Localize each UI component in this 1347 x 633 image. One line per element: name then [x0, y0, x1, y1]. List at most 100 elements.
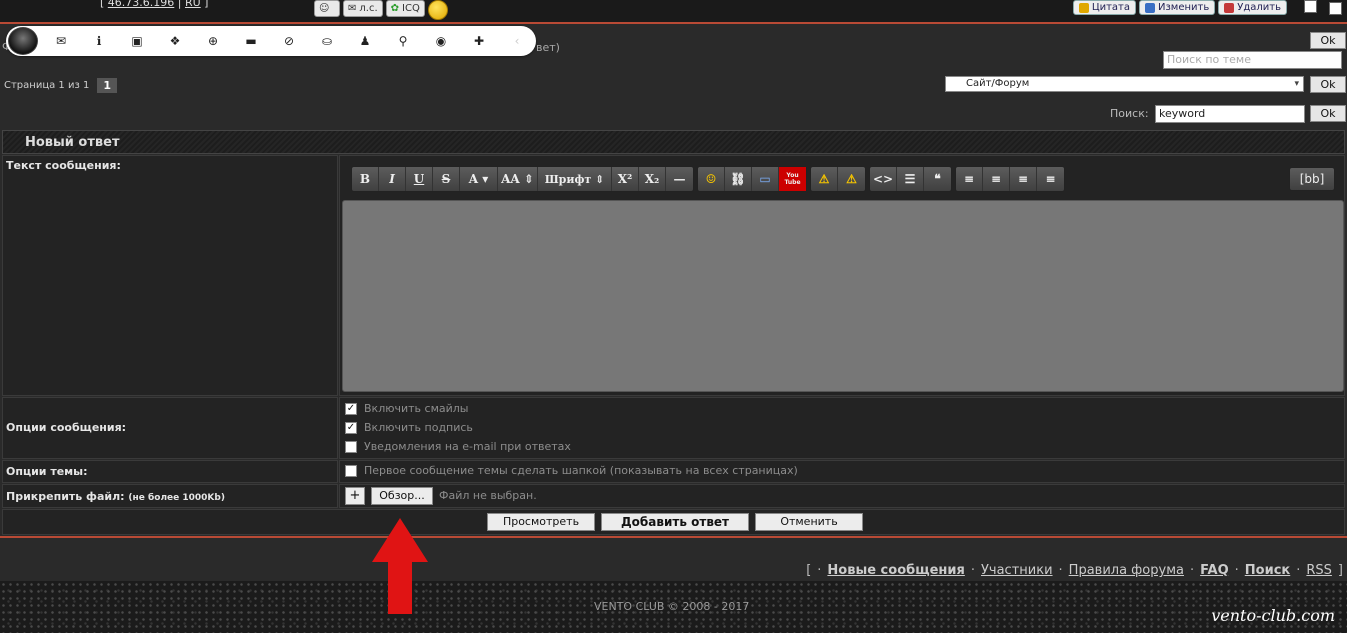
search-label: Поиск:: [1110, 107, 1149, 120]
pencil-icon: [1145, 2, 1155, 13]
hr-button[interactable]: —: [666, 167, 693, 191]
link-icon[interactable]: ⛓: [725, 167, 752, 191]
youtube-icon[interactable]: You Tube: [779, 167, 806, 191]
header-checkbox[interactable]: [345, 464, 357, 477]
format-group: B I U S A ▾ AA ⇕ Шрифт ⇕ X² X₂ —: [351, 166, 694, 192]
hide-icon[interactable]: ⚠: [838, 167, 865, 191]
save-icon[interactable]: ▣: [118, 26, 156, 56]
align-justify-icon[interactable]: ≡: [1037, 167, 1064, 191]
attach-label-text: Прикрепить файл:: [6, 490, 125, 503]
superscript-button[interactable]: X²: [612, 167, 639, 191]
ip-link[interactable]: 46.73.6.196: [108, 0, 174, 9]
footer-sep: ·: [1058, 563, 1063, 578]
footer-sep: ·: [970, 563, 975, 578]
signature-checkbox[interactable]: ✓: [345, 421, 357, 434]
code-icon[interactable]: <>: [870, 167, 897, 191]
envelope-icon[interactable]: ✉: [42, 26, 80, 56]
basket-icon[interactable]: ⛀: [308, 26, 346, 56]
ok-button-top[interactable]: Ok: [1310, 32, 1346, 49]
bold-button[interactable]: B: [352, 167, 379, 191]
chat-icon[interactable]: ❖: [156, 26, 194, 56]
page-current[interactable]: 1: [97, 78, 117, 93]
select-checkbox[interactable]: [1329, 2, 1342, 15]
plus-circle-icon[interactable]: ⊕: [194, 26, 232, 56]
code-group: <> ☰ ❝: [869, 166, 952, 192]
faq-link[interactable]: FAQ: [1200, 563, 1229, 578]
align-right-icon[interactable]: ≡: [1010, 167, 1037, 191]
spoiler-group: ⚠ ⚠: [810, 166, 866, 192]
message-textarea[interactable]: [342, 200, 1344, 392]
footer-sep: ·: [1234, 563, 1239, 578]
align-left-icon[interactable]: ≡: [956, 167, 983, 191]
browse-button[interactable]: Обзор...: [371, 487, 433, 505]
folder-icon[interactable]: ▬: [232, 26, 270, 56]
new-posts-link[interactable]: Новые сообщения: [827, 563, 964, 578]
add-file-button[interactable]: +: [345, 487, 365, 505]
size-button[interactable]: AA ⇕: [498, 167, 538, 191]
quote-icon: [1078, 2, 1089, 13]
form-title: Новый ответ: [2, 130, 1345, 154]
attach-label: Прикрепить файл: (не более 1000Kb): [3, 485, 337, 503]
pagination: Страница 1 из 1 1: [4, 78, 117, 93]
pm-button[interactable]: ✉ л.с.: [343, 0, 383, 17]
align-center-icon[interactable]: ≡: [983, 167, 1010, 191]
topic-search-input[interactable]: Поиск по теме: [1163, 51, 1342, 69]
font-button[interactable]: Шрифт ⇕: [538, 167, 612, 191]
search-icon[interactable]: ⚲: [384, 26, 422, 56]
puzzle-icon[interactable]: ✚: [460, 26, 498, 56]
eye-icon[interactable]: ◉: [422, 26, 460, 56]
edit-button[interactable]: Изменить: [1139, 0, 1216, 15]
strike-button[interactable]: S: [433, 167, 460, 191]
smileys-checkbox[interactable]: ✓: [345, 402, 357, 415]
list-icon[interactable]: ☰: [897, 167, 924, 191]
smiley-icon[interactable]: [427, 0, 448, 20]
post-actions: Цитата Изменить Удалить: [1072, 0, 1287, 15]
watermark: vento-club.com: [1211, 606, 1335, 625]
editor-toolbar: B I U S A ▾ AA ⇕ Шрифт ⇕ X² X₂ — ☺ ⛓ ▭ Y…: [351, 166, 1065, 192]
cancel-button[interactable]: Отменить: [755, 513, 863, 531]
preview-button[interactable]: Просмотреть: [487, 513, 595, 531]
ok-button-search[interactable]: Ok: [1310, 105, 1346, 122]
forum-jump-select[interactable]: Сайт/Форум ▾: [945, 76, 1304, 92]
avatar[interactable]: [8, 27, 38, 55]
quote-button[interactable]: Цитата: [1072, 0, 1136, 15]
bell-icon[interactable]: ♟: [346, 26, 384, 56]
footer-sep: ·: [1189, 563, 1195, 578]
spoiler-icon[interactable]: ⚠: [811, 167, 838, 191]
info-icon[interactable]: ℹ: [80, 26, 118, 56]
profile-button[interactable]: ☺: [314, 0, 340, 17]
report-icon[interactable]: [1304, 0, 1317, 13]
footer-links: [· Новые сообщения · Участники · Правила ф…: [806, 563, 1343, 578]
forum-jump-value: Сайт/Форум: [966, 78, 1030, 89]
bb-toggle-button[interactable]: [bb]: [1289, 167, 1335, 191]
icq-flower-icon: ✿: [390, 3, 400, 14]
accent-line-top: [0, 22, 1347, 24]
ok-button-jump[interactable]: Ok: [1310, 76, 1346, 93]
ban-icon[interactable]: ⊘: [270, 26, 308, 56]
smiley-insert-icon[interactable]: ☺: [698, 167, 725, 191]
search-input[interactable]: keyword: [1155, 105, 1305, 123]
underline-button[interactable]: U: [406, 167, 433, 191]
quote-insert-icon[interactable]: ❝: [924, 167, 951, 191]
message-options-label-cell: Опции сообщения:: [2, 397, 338, 459]
rss-link[interactable]: RSS: [1306, 563, 1332, 578]
footer-bracket-close: ]: [1337, 563, 1343, 578]
italic-button[interactable]: I: [379, 167, 406, 191]
delete-button[interactable]: Удалить: [1218, 0, 1287, 15]
ip-address: [ 46.73.6.196 | RU ]: [100, 0, 208, 9]
submit-button[interactable]: Добавить ответ: [601, 513, 749, 531]
country-link[interactable]: RU: [185, 0, 201, 9]
delete-label: Удалить: [1237, 2, 1281, 13]
pm-label: л.с.: [359, 3, 378, 14]
attach-note: (не более 1000Kb): [128, 493, 225, 503]
image-icon[interactable]: ▭: [752, 167, 779, 191]
footer-sep: ·: [817, 563, 822, 578]
notify-checkbox[interactable]: [345, 440, 357, 453]
subscript-button[interactable]: X₂: [639, 167, 666, 191]
icq-button[interactable]: ✿ ICQ: [385, 0, 425, 17]
rules-link[interactable]: Правила форума: [1069, 563, 1184, 578]
color-button[interactable]: A ▾: [460, 167, 498, 191]
chevron-left-icon[interactable]: ‹: [498, 26, 536, 56]
search-link[interactable]: Поиск: [1245, 563, 1290, 578]
members-link[interactable]: Участники: [981, 563, 1053, 578]
